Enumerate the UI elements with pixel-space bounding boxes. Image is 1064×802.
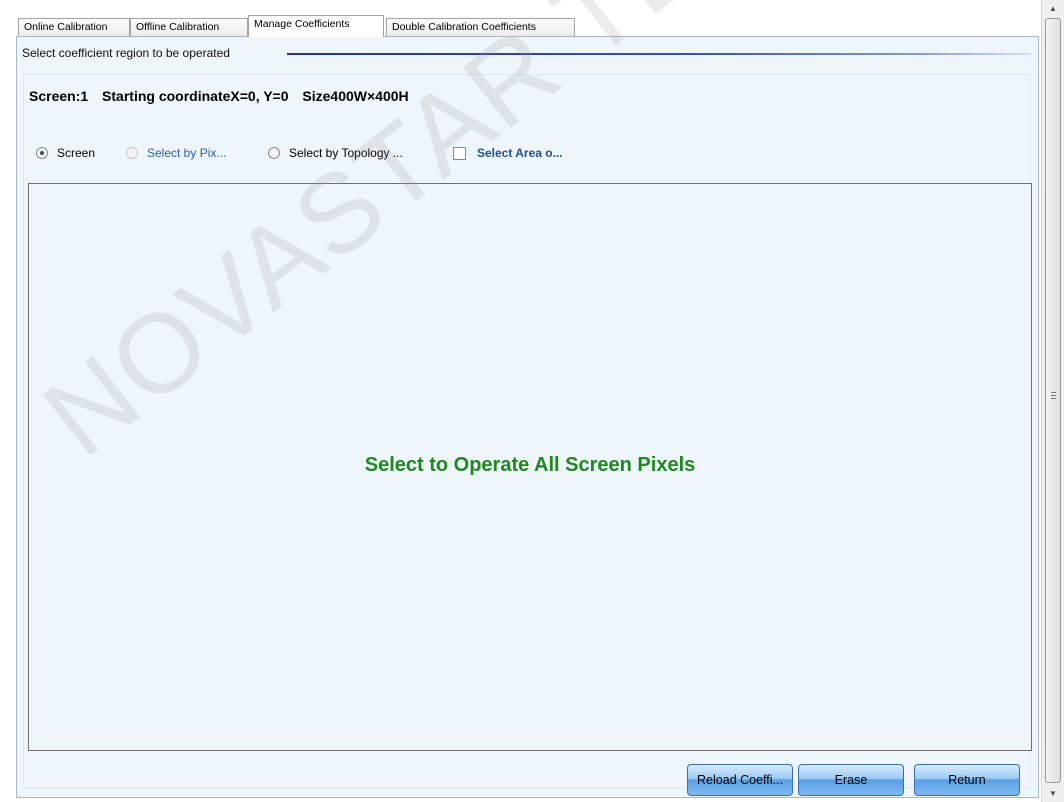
screen-info: Screen:1 Starting coordinateX=0, Y=0 Siz… xyxy=(29,88,419,104)
operate-all-pixels-message: Select to Operate All Screen Pixels xyxy=(364,454,696,476)
tab-bar: Online Calibration Offline Calibration M… xyxy=(0,15,1040,37)
arrow-up-icon[interactable]: ▲ xyxy=(1042,0,1064,17)
coefficient-region-group: Screen:1 Starting coordinateX=0, Y=0 Siz… xyxy=(23,74,1032,796)
radio-disabled-icon xyxy=(126,147,138,159)
erase-button[interactable]: Erase xyxy=(798,764,904,796)
option-select-by-pixel-label: Select by Pix... xyxy=(147,146,227,160)
section-divider xyxy=(287,53,1031,55)
screen-size: Size400W×400H xyxy=(302,88,409,104)
tab-online-calibration[interactable]: Online Calibration xyxy=(18,18,130,36)
scrollbar-thumb[interactable] xyxy=(1045,18,1061,783)
grip-icon xyxy=(1051,392,1056,399)
selection-canvas[interactable]: Select to Operate All Screen Pixels xyxy=(28,183,1032,751)
manage-coefficients-panel: Select coefficient region to be operated… xyxy=(16,36,1039,798)
tab-offline-calibration[interactable]: Offline Calibration xyxy=(130,18,248,36)
option-select-area[interactable]: Select Area o... xyxy=(453,144,563,162)
tab-double-calibration-coefficients[interactable]: Double Calibration Coefficients xyxy=(386,18,575,36)
option-screen-label: Screen xyxy=(57,146,96,160)
radio-icon[interactable] xyxy=(268,147,280,159)
option-screen[interactable]: Screen xyxy=(36,144,95,162)
starting-coordinate: Starting coordinateX=0, Y=0 xyxy=(102,88,289,104)
reload-coefficients-button[interactable]: Reload Coeffi... xyxy=(687,764,793,796)
screen-number: Screen:1 xyxy=(29,88,89,104)
section-title: Select coefficient region to be operated xyxy=(22,46,230,60)
checkbox-icon[interactable] xyxy=(453,146,466,160)
option-select-by-pixel[interactable]: Select by Pix... xyxy=(126,144,226,162)
radio-checked-icon[interactable] xyxy=(36,147,48,159)
vertical-scrollbar[interactable]: ▲ ▼ xyxy=(1041,0,1064,802)
return-button[interactable]: Return xyxy=(914,764,1020,796)
option-select-area-label: Select Area o... xyxy=(477,146,563,160)
option-select-by-topology[interactable]: Select by Topology ... xyxy=(268,144,403,162)
arrow-down-icon[interactable]: ▼ xyxy=(1042,785,1064,802)
selection-options: Screen Select by Pix... Select by Topolo… xyxy=(36,144,936,162)
option-select-by-topology-label: Select by Topology ... xyxy=(289,146,403,160)
tab-manage-coefficients[interactable]: Manage Coefficients xyxy=(248,15,384,37)
